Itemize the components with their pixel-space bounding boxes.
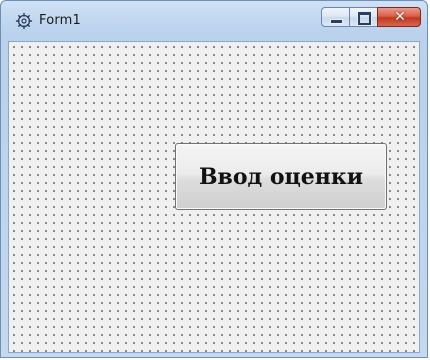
- caption-buttons: ✕: [321, 7, 421, 29]
- close-icon: ✕: [394, 9, 406, 25]
- enter-grade-button-label: Ввод оценки: [198, 163, 364, 190]
- form-design-surface[interactable]: Ввод оценки: [8, 41, 420, 353]
- delphi-form-icon: [15, 12, 33, 30]
- maximize-button[interactable]: [349, 7, 377, 27]
- minimize-button[interactable]: [321, 7, 349, 27]
- enter-grade-button[interactable]: Ввод оценки: [175, 143, 387, 210]
- minimize-icon: [330, 19, 343, 24]
- window-title: Form1: [39, 13, 82, 28]
- title-bar[interactable]: Form1 ✕: [1, 1, 427, 41]
- form-window: Form1 ✕ Ввод оценки: [0, 0, 428, 358]
- maximize-icon: [358, 12, 371, 25]
- close-button[interactable]: ✕: [377, 7, 421, 27]
